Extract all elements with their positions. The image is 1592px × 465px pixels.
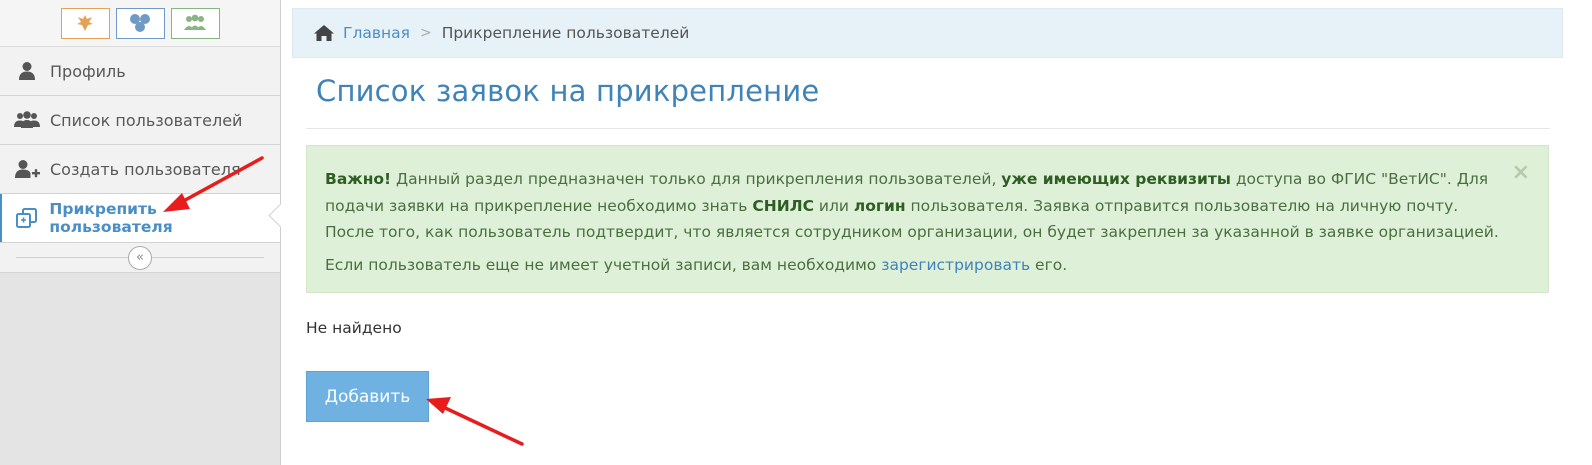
- alert-text: Если пользователь еще не имеет учетной з…: [325, 255, 882, 274]
- user-plus-icon: [14, 158, 40, 180]
- sidebar-item-label: Создать пользователя: [50, 159, 241, 179]
- sidebar-item-create-user[interactable]: Создать пользователя: [0, 145, 280, 194]
- alert-text: или: [813, 196, 854, 215]
- sidebar: Профиль Список пользователей Создать пол…: [0, 0, 281, 465]
- title-divider: [306, 128, 1550, 129]
- alert-paragraph: Если пользователь еще не имеет учетной з…: [325, 252, 1508, 279]
- add-button[interactable]: Добавить: [306, 371, 429, 422]
- page-title: Список заявок на прикрепление: [316, 74, 820, 108]
- register-link[interactable]: зарегистрировать: [881, 256, 1030, 274]
- sidebar-item-attach-user[interactable]: Прикрепить пользователя: [0, 194, 280, 243]
- double-chevron-left-icon[interactable]: «: [128, 245, 152, 270]
- breadcrumb: Главная > Прикрепление пользователей: [292, 8, 1563, 58]
- alert-bold: логин: [853, 196, 906, 215]
- eagle-logo-icon[interactable]: [60, 7, 110, 39]
- alert-text: Данный раздел предназначен только для пр…: [391, 170, 1002, 188]
- close-icon[interactable]: ×: [1512, 160, 1530, 187]
- logo-bar: [0, 0, 280, 47]
- alert-bold: уже имеющих реквизиты: [1001, 170, 1231, 188]
- sidebar-item-label: Список пользователей: [50, 110, 243, 130]
- sidebar-item-profile[interactable]: Профиль: [0, 47, 280, 96]
- hexagons-logo-icon[interactable]: [115, 7, 165, 39]
- sidebar-item-users-list[interactable]: Список пользователей: [0, 96, 280, 145]
- alert-text: его.: [1030, 255, 1068, 274]
- breadcrumb-current: Прикрепление пользователей: [441, 24, 690, 42]
- user-icon: [14, 60, 40, 82]
- sidebar-collapse-bar: «: [0, 243, 280, 273]
- sidebar-item-label: Профиль: [50, 61, 126, 81]
- empty-state-text: Не найдено: [306, 319, 402, 337]
- alert-bold: СНИЛС: [752, 196, 814, 215]
- breadcrumb-home-link[interactable]: Главная: [343, 24, 410, 42]
- red-arrow-icon: [426, 397, 524, 446]
- alert-paragraph: Важно! Данный раздел предназначен только…: [325, 166, 1508, 246]
- chevron-right-icon: >: [419, 25, 432, 41]
- info-alert: × Важно! Данный раздел предназначен толь…: [306, 145, 1549, 293]
- alert-important: Важно!: [325, 170, 392, 188]
- home-icon[interactable]: [313, 23, 335, 43]
- attach-icon: [14, 207, 39, 229]
- users-icon: [14, 109, 40, 131]
- sidebar-item-label: Прикрепить пользователя: [49, 200, 173, 236]
- group-logo-icon[interactable]: [170, 7, 220, 39]
